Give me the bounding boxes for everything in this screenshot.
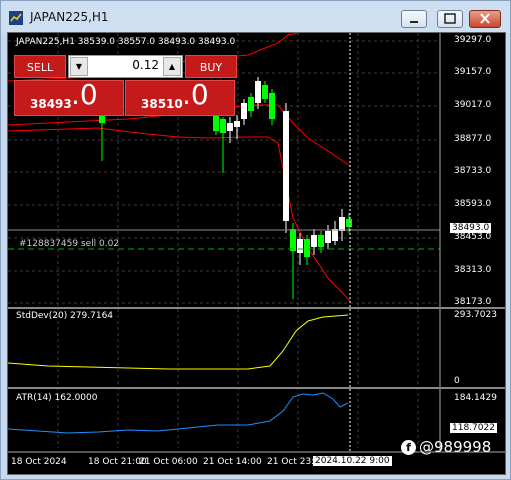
candle-bull	[297, 239, 303, 253]
candle-bull	[325, 231, 331, 243]
lot-increase-button[interactable]: ▲	[163, 57, 181, 76]
candle-bull	[234, 121, 240, 127]
price-axis-label: 38733.0	[454, 166, 492, 176]
price-axis-label: 39017.0	[454, 100, 492, 110]
current-price-tag: 38493.0	[450, 223, 492, 233]
minimize-icon	[410, 21, 418, 23]
time-axis-label: 21 Oct 23:	[267, 457, 315, 467]
watermark: f @989998	[401, 438, 491, 456]
candle-bull	[227, 123, 233, 131]
candle-bear	[220, 119, 226, 133]
lower-band	[8, 127, 351, 302]
sell-price-main: 38493	[30, 97, 72, 111]
crosshair-time-tag: 2024.10.22 9:00	[313, 456, 392, 466]
sell-button[interactable]: SELL	[14, 55, 66, 78]
one-click-trading-panel: SELL ▼ 0.12 ▲ BUY 38493 .0 38510 .0	[14, 55, 237, 117]
maximize-button[interactable]	[437, 10, 463, 28]
time-axis-label: 21 Oct 06:00	[139, 457, 198, 467]
symbol-info: JAPAN225,H1 38539.0 38557.0 38493.0 3849…	[16, 37, 236, 47]
time-axis-label: 21 Oct 14:00	[203, 457, 262, 467]
watermark-text: @989998	[419, 438, 492, 456]
stddev-label: StdDev(20) 279.7164	[16, 311, 114, 321]
atr-axis-bottom: 118.7022	[450, 423, 497, 433]
close-icon	[480, 13, 490, 24]
candle-bull	[255, 81, 261, 103]
candle-bear	[318, 235, 324, 247]
price-axis-label: 38173.0	[454, 297, 492, 307]
candle-bear	[304, 239, 310, 257]
candle-bear	[262, 85, 268, 99]
close-button[interactable]	[469, 10, 501, 28]
time-axis-label: 18 Oct 2024	[11, 457, 67, 467]
lot-size-input[interactable]: 0.12	[91, 58, 159, 72]
candle-bull	[332, 229, 338, 241]
title-bar[interactable]: JAPAN225,H1	[1, 1, 510, 33]
candle-bear	[248, 97, 254, 111]
candle-bull	[241, 103, 247, 119]
candle-bear	[290, 229, 296, 251]
candle-bull	[339, 217, 345, 231]
sell-quote-button[interactable]: 38493 .0	[14, 78, 124, 116]
chart-app-icon	[9, 11, 23, 25]
price-axis-label: 38593.0	[454, 199, 492, 209]
price-axis-label: 39297.0	[454, 35, 492, 45]
panel-separator[interactable]	[8, 387, 505, 389]
panel-separator[interactable]	[8, 307, 505, 309]
minimize-button[interactable]	[401, 10, 427, 28]
buy-button[interactable]: BUY	[185, 55, 237, 78]
lot-size-stepper[interactable]: ▼ 0.12 ▲	[68, 55, 183, 78]
candle-bull	[311, 235, 317, 247]
chart-area[interactable]: JAPAN225,H1 38539.0 38557.0 38493.0 3849…	[7, 32, 506, 475]
sell-price-fraction: .0	[71, 78, 98, 111]
buy-price-main: 38510	[141, 97, 183, 111]
stddev-axis-bottom: 0	[454, 376, 460, 386]
stddev-axis-top: 293.7023	[454, 310, 497, 320]
lot-decrease-button[interactable]: ▼	[70, 57, 88, 76]
price-axis-label: 38877.0	[454, 134, 492, 144]
candle-bear	[269, 93, 275, 119]
window-title: JAPAN225,H1	[30, 10, 109, 24]
price-axis-label: 38453.0	[454, 232, 492, 242]
chart-window: JAPAN225,H1 JAPAN225,H1 38539.0 38557.0 …	[0, 0, 511, 480]
buy-price-fraction: .0	[182, 78, 209, 111]
facebook-icon: f	[401, 440, 416, 455]
price-axis-label: 39157.0	[454, 67, 492, 77]
maximize-icon	[444, 13, 456, 24]
candle-bear	[346, 219, 352, 227]
time-axis-label: 18 Oct 21:00	[88, 457, 147, 467]
price-axis-label: 38313.0	[454, 265, 492, 275]
buy-quote-button[interactable]: 38510 .0	[125, 78, 235, 116]
order-line-label[interactable]: #128837459 sell 0.02	[19, 239, 119, 249]
candle-bull	[283, 111, 289, 221]
atr-axis-top: 184.1429	[454, 393, 497, 403]
atr-label: ATR(14) 162.0000	[16, 393, 98, 403]
